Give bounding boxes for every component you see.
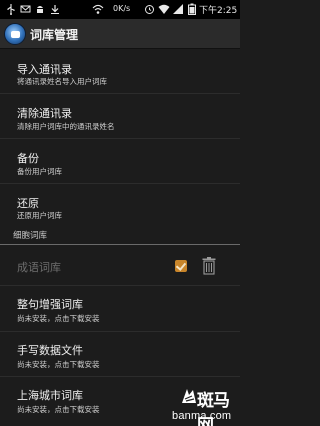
download-icon xyxy=(51,5,59,14)
backup-item[interactable]: 备份 备份用户词库 xyxy=(0,139,240,184)
item-title: 清除通讯录 xyxy=(17,107,72,120)
network-speed: 0K/s xyxy=(113,4,131,13)
delete-icon[interactable] xyxy=(202,257,216,275)
status-bar: 0K/s 下午2:25 xyxy=(0,0,240,19)
cell-dictionary-section-header: 细胞词库 xyxy=(0,229,240,245)
section-title: 细胞词库 xyxy=(13,231,48,241)
app-logo-icon[interactable] xyxy=(4,23,26,45)
zebra-logo-icon xyxy=(182,389,196,403)
item-title: 上海城市词库 xyxy=(17,389,83,402)
page-title: 词库管理 xyxy=(30,28,79,42)
idiom-dictionary-checkbox[interactable] xyxy=(175,260,187,272)
status-time: 下午2:25 xyxy=(199,6,238,16)
import-contacts-item[interactable]: 导入通讯录 将通讯录姓名导入用户词库 xyxy=(0,50,240,94)
item-title: 备份 xyxy=(17,152,39,165)
item-subtitle: 尚未安装，点击下载安装 xyxy=(17,360,100,369)
wifi-signal-icon xyxy=(158,4,170,14)
watermark: 斑马网 banma.com xyxy=(170,386,240,426)
handwriting-data-item[interactable]: 手写数据文件 尚未安装，点击下载安装 xyxy=(0,332,240,377)
item-title: 还原 xyxy=(17,197,39,210)
item-subtitle: 备份用户词库 xyxy=(17,167,62,176)
usb-icon xyxy=(7,4,15,15)
email-icon xyxy=(20,5,31,13)
idiom-dictionary-item[interactable]: 成语词库 xyxy=(0,246,240,286)
alarm-icon xyxy=(145,5,154,14)
action-bar: 词库管理 xyxy=(0,19,240,49)
item-subtitle: 还原用户词库 xyxy=(17,211,62,220)
item-title: 成语词库 xyxy=(17,261,61,274)
item-subtitle: 尚未安装，点击下载安装 xyxy=(17,405,100,414)
item-subtitle: 尚未安装，点击下载安装 xyxy=(17,314,100,323)
wifi-icon xyxy=(92,4,104,14)
android-icon xyxy=(37,6,43,13)
battery-icon xyxy=(188,3,196,15)
item-title: 手写数据文件 xyxy=(17,344,83,357)
item-subtitle: 清除用户词库中的通讯录姓名 xyxy=(17,122,115,131)
restore-item[interactable]: 还原 还原用户词库 xyxy=(0,184,240,228)
cell-signal-icon xyxy=(173,4,183,14)
section-divider xyxy=(0,244,240,245)
watermark-url: banma.com xyxy=(172,410,232,422)
clear-contacts-item[interactable]: 清除通讯录 清除用户词库中的通讯录姓名 xyxy=(0,94,240,139)
item-subtitle: 将通讯录姓名导入用户词库 xyxy=(17,77,107,86)
item-title: 导入通讯录 xyxy=(17,63,72,76)
sentence-dictionary-item[interactable]: 整句增强词库 尚未安装，点击下载安装 xyxy=(0,286,240,332)
item-title: 整句增强词库 xyxy=(17,298,83,311)
